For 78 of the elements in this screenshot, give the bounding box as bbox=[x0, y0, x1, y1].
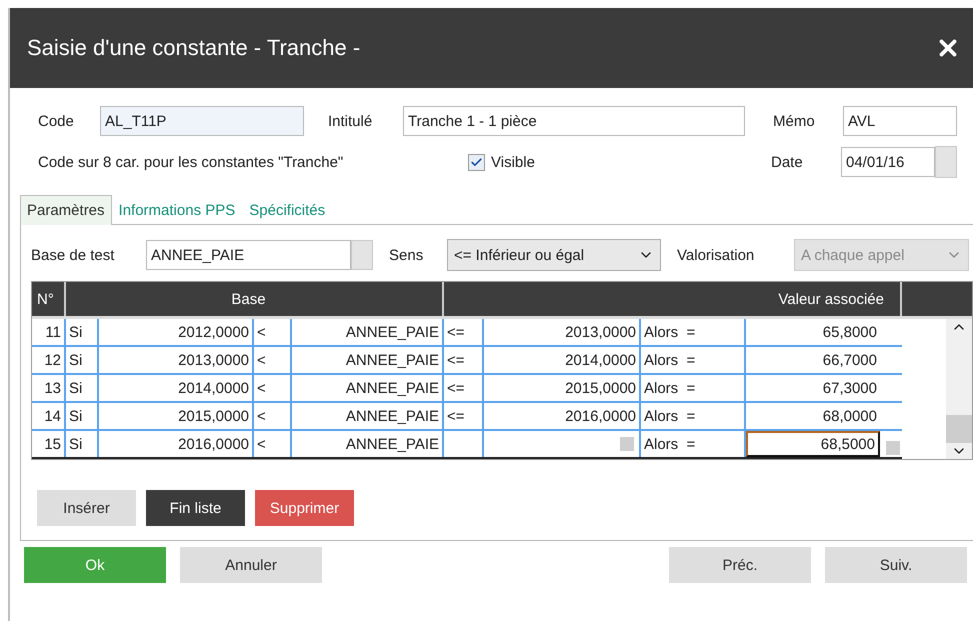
tab[interactable]: Spécificités bbox=[242, 195, 332, 225]
table-cell: < bbox=[254, 403, 292, 429]
dialog-button[interactable]: Suiv. bbox=[825, 547, 967, 583]
table-cell: Si bbox=[66, 319, 99, 345]
intitule-field[interactable]: Tranche 1 - 1 pièce bbox=[403, 106, 745, 136]
table-cell: <= bbox=[444, 347, 484, 373]
code-hint: Code sur 8 car. pour les constantes "Tranche" bbox=[38, 154, 344, 170]
visible-label: Visible bbox=[491, 154, 536, 170]
dialog-button[interactable]: Annuler bbox=[180, 547, 322, 583]
value-input[interactable]: 68,5000 bbox=[746, 431, 880, 457]
date-field[interactable]: 04/01/16 bbox=[841, 147, 935, 177]
table-cell-text: 67,3000 bbox=[822, 378, 878, 398]
code-field[interactable]: AL_T11P bbox=[100, 106, 304, 136]
sens-label: Sens bbox=[389, 246, 424, 264]
column-header: Base bbox=[66, 282, 444, 316]
table-cell: ANNEE_PAIE bbox=[292, 375, 444, 401]
table-cell: <= bbox=[444, 319, 484, 345]
grid-action-button[interactable]: Supprimer bbox=[255, 490, 354, 526]
row-number: 13 bbox=[32, 375, 66, 401]
table-cell: Alors = bbox=[641, 375, 746, 401]
sens-dropdown[interactable]: <= Inférieur ou égal bbox=[447, 239, 661, 271]
table-cell: ANNEE_PAIE bbox=[292, 319, 444, 345]
table-cell: <= bbox=[444, 403, 484, 429]
base-test-field[interactable]: ANNEE_PAIE bbox=[146, 240, 351, 270]
row-number: 12 bbox=[32, 347, 66, 373]
table-cell: ANNEE_PAIE bbox=[292, 347, 444, 373]
base-test-label: Base de test bbox=[31, 246, 116, 264]
table-cell: Si bbox=[66, 403, 99, 429]
table-cell: < bbox=[254, 319, 292, 345]
visible-checkbox[interactable] bbox=[468, 154, 485, 170]
table-cell: 2014,0000 bbox=[99, 375, 254, 401]
dialog-button[interactable]: Préc. bbox=[669, 547, 811, 583]
intitule-label: Intitulé bbox=[328, 112, 374, 130]
table-cell: < bbox=[254, 431, 292, 457]
grid-action-button[interactable]: Insérer bbox=[37, 490, 136, 526]
scrollbar[interactable] bbox=[946, 319, 972, 459]
row-number: 14 bbox=[32, 403, 66, 429]
table-cell: ANNEE_PAIE bbox=[292, 431, 444, 457]
tab[interactable]: Paramètres bbox=[20, 195, 112, 225]
table-cell: < bbox=[254, 375, 292, 401]
date-picker-button[interactable] bbox=[935, 146, 957, 178]
row-number: 11 bbox=[32, 319, 66, 345]
table-cell: 2012,0000 bbox=[99, 319, 254, 345]
memo-field[interactable]: AVL bbox=[843, 106, 957, 136]
scroll-thumb[interactable] bbox=[946, 415, 972, 443]
window-title: Saisie d'une constante - Tranche - bbox=[27, 35, 360, 61]
table-cell: 2013,0000 bbox=[484, 319, 641, 345]
table-cell: 2015,0000 bbox=[99, 403, 254, 429]
table-cell: <= bbox=[444, 375, 484, 401]
table-cell: < bbox=[254, 347, 292, 373]
code-label: Code bbox=[38, 112, 75, 130]
grid-action-button[interactable]: Fin liste bbox=[146, 490, 245, 526]
table-cell: Si bbox=[66, 375, 99, 401]
table-cell: 2016,0000 bbox=[99, 431, 254, 457]
table-cell: Si bbox=[66, 431, 99, 457]
tab[interactable]: Informations PPS bbox=[112, 195, 242, 225]
row-number: 15 bbox=[32, 431, 66, 457]
table-cell: Alors = bbox=[641, 319, 746, 345]
column-header: Valeur associée bbox=[444, 282, 902, 316]
table-cell: Alors = bbox=[641, 403, 746, 429]
table-cell: 2015,0000 bbox=[484, 375, 641, 401]
browse-button[interactable] bbox=[351, 240, 373, 270]
table-cell-text: 66,7000 bbox=[822, 350, 878, 370]
ellipsis-button[interactable] bbox=[618, 435, 636, 453]
memo-label: Mémo bbox=[773, 112, 816, 130]
date-label: Date bbox=[771, 154, 804, 170]
table-cell: Alors = bbox=[641, 347, 746, 373]
check-icon bbox=[470, 156, 483, 168]
table-cell-text: 65,8000 bbox=[822, 322, 878, 342]
table-cell: Si bbox=[66, 347, 99, 373]
table-cell: Alors = bbox=[641, 431, 746, 457]
table-cell: 2016,0000 bbox=[484, 403, 641, 429]
table-cell: 2013,0000 bbox=[99, 347, 254, 373]
column-header: N° bbox=[32, 282, 66, 316]
table-cell: ANNEE_PAIE bbox=[292, 403, 444, 429]
table-cell-text: 68,0000 bbox=[822, 406, 878, 426]
table-cell: 2014,0000 bbox=[484, 347, 641, 373]
valorisation-label: Valorisation bbox=[677, 246, 756, 264]
